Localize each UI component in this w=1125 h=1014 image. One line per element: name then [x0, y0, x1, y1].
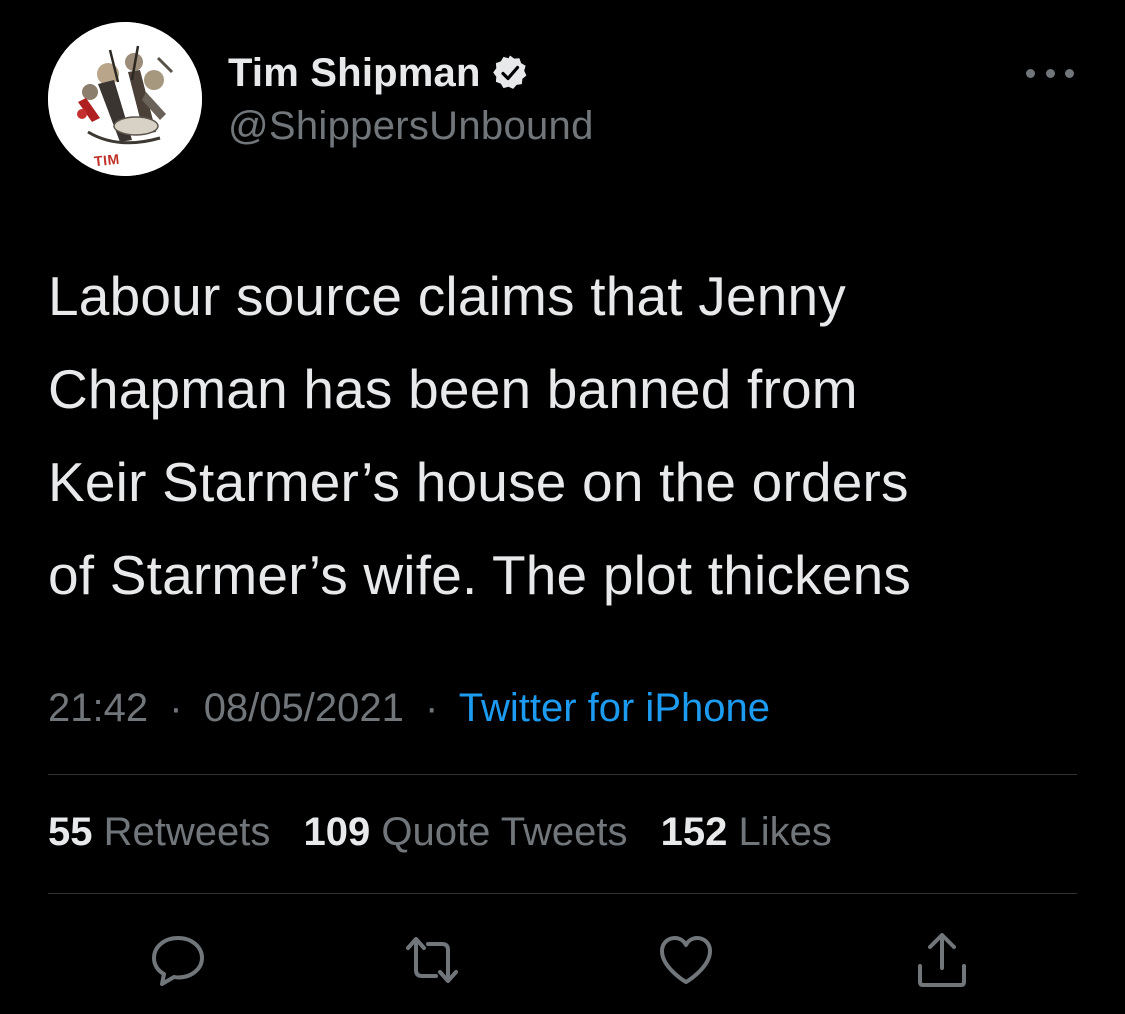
divider — [48, 893, 1077, 894]
likes-count: 152 — [660, 810, 728, 854]
share-icon[interactable] — [912, 930, 972, 990]
retweets-label: Retweets — [103, 810, 271, 854]
divider — [48, 774, 1077, 775]
tweet-date: 08/05/2021 — [203, 686, 404, 730]
likes-label: Likes — [738, 810, 832, 854]
verified-badge-icon — [491, 54, 529, 92]
more-dot — [1045, 68, 1055, 78]
author-name[interactable]: Tim Shipman — [228, 51, 481, 96]
tweet-source-link[interactable]: Twitter for iPhone — [459, 686, 770, 730]
author-name-row[interactable]: Tim Shipman — [228, 48, 529, 98]
meta-separator: · — [425, 686, 439, 730]
retweet-icon[interactable] — [402, 930, 462, 990]
more-options-icon[interactable] — [1026, 62, 1074, 84]
meta-separator: · — [169, 686, 183, 730]
quotes-count: 109 — [303, 810, 371, 854]
avatar-cartoon-image — [48, 22, 202, 176]
tweet-meta: 21:42 · 08/05/2021 · Twitter for iPhone — [48, 686, 770, 731]
author-handle[interactable]: @ShippersUnbound — [228, 104, 594, 149]
avatar-label: TIM — [93, 150, 121, 170]
more-dot — [1026, 68, 1035, 78]
quotes-stat[interactable]: 109 Quote Tweets — [304, 810, 661, 854]
retweets-stat[interactable]: 55 Retweets — [48, 810, 304, 854]
like-icon[interactable] — [656, 930, 716, 990]
tweet-time: 21:42 — [48, 686, 149, 730]
retweets-count: 55 — [48, 810, 93, 854]
tweet-stats: 55 Retweets 109 Quote Tweets 152 Likes — [48, 810, 854, 855]
likes-stat[interactable]: 152 Likes — [661, 810, 854, 854]
more-dot — [1065, 68, 1074, 78]
quotes-label: Quote Tweets — [381, 810, 628, 854]
tweet-text: Labour source claims that Jenny Chapman … — [48, 265, 912, 606]
avatar[interactable]: TIM — [48, 22, 202, 176]
reply-icon[interactable] — [148, 930, 208, 990]
